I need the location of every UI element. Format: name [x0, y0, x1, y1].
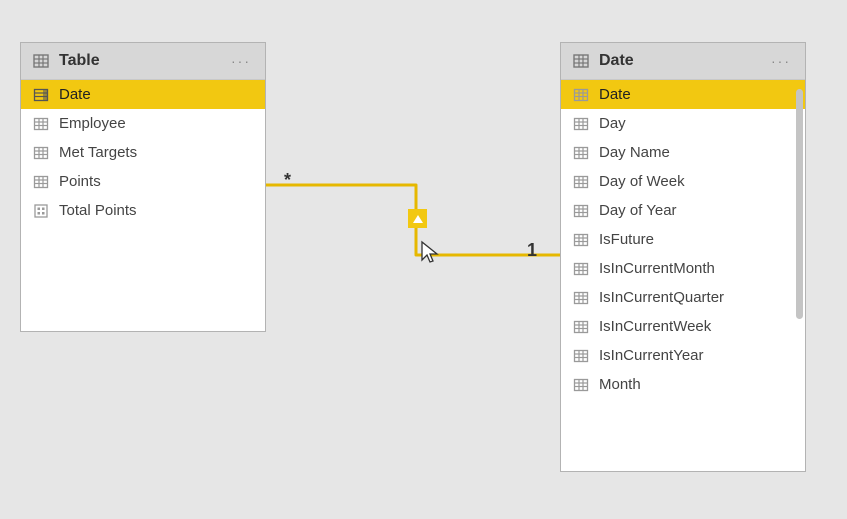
column-icon: [33, 116, 49, 132]
column-icon: [573, 232, 589, 248]
entity-table-fields: Date Employee Met Targets Points Total Point…: [21, 80, 265, 225]
field-row[interactable]: Day Name: [561, 138, 805, 167]
entity-date-header[interactable]: Date ···: [561, 43, 805, 80]
column-icon: [573, 174, 589, 190]
calculated-column-icon: [33, 87, 49, 103]
field-row[interactable]: IsInCurrentQuarter: [561, 283, 805, 312]
entity-table-title: Table: [59, 52, 227, 70]
filter-direction-indicator[interactable]: [408, 209, 427, 228]
column-icon: [573, 377, 589, 393]
field-row[interactable]: IsInCurrentYear: [561, 341, 805, 370]
entity-table[interactable]: Table ··· Date Employee Met Targets Points T…: [20, 42, 266, 332]
field-label: IsInCurrentYear: [599, 347, 704, 364]
field-row[interactable]: Month: [561, 370, 805, 399]
table-icon: [573, 53, 589, 69]
field-row[interactable]: Date: [21, 80, 265, 109]
field-label: IsInCurrentWeek: [599, 318, 711, 335]
column-icon: [573, 261, 589, 277]
column-icon: [573, 203, 589, 219]
field-label: Day of Week: [599, 173, 685, 190]
field-row[interactable]: IsInCurrentWeek: [561, 312, 805, 341]
field-row[interactable]: Points: [21, 167, 265, 196]
field-label: Month: [599, 376, 641, 393]
mouse-cursor-icon: [420, 240, 440, 266]
field-row[interactable]: IsFuture: [561, 225, 805, 254]
field-label: IsFuture: [599, 231, 654, 248]
entity-table-header[interactable]: Table ···: [21, 43, 265, 80]
field-label: Employee: [59, 115, 126, 132]
entity-table-menu-button[interactable]: ···: [227, 53, 255, 69]
entity-date[interactable]: Date ··· Date Day Day Name Day of Week Day o…: [560, 42, 806, 472]
cardinality-one: 1: [527, 240, 537, 261]
entity-date-menu-button[interactable]: ···: [767, 53, 795, 69]
field-label: Total Points: [59, 202, 137, 219]
field-label: Day of Year: [599, 202, 677, 219]
column-icon: [33, 145, 49, 161]
scrollbar[interactable]: [796, 89, 803, 461]
field-row[interactable]: Day of Week: [561, 167, 805, 196]
field-label: Date: [599, 86, 631, 103]
field-label: Points: [59, 173, 101, 190]
field-label: Day Name: [599, 144, 670, 161]
field-row[interactable]: Date: [561, 80, 805, 109]
column-icon: [33, 174, 49, 190]
column-icon: [573, 319, 589, 335]
column-icon: [573, 116, 589, 132]
field-label: Day: [599, 115, 626, 132]
column-icon: [573, 290, 589, 306]
entity-date-fields: Date Day Day Name Day of Week Day of Year IsF…: [561, 80, 805, 471]
column-icon: [573, 348, 589, 364]
field-row[interactable]: Day of Year: [561, 196, 805, 225]
field-label: Met Targets: [59, 144, 137, 161]
cardinality-many: *: [284, 170, 291, 191]
column-icon: [573, 145, 589, 161]
arrow-up-icon: [413, 215, 423, 223]
scrollbar-thumb[interactable]: [796, 89, 803, 319]
table-icon: [33, 53, 49, 69]
field-label: IsInCurrentQuarter: [599, 289, 724, 306]
entity-date-title: Date: [599, 52, 767, 70]
field-row[interactable]: Total Points: [21, 196, 265, 225]
field-row[interactable]: Employee: [21, 109, 265, 138]
measure-icon: [33, 203, 49, 219]
column-icon: [573, 87, 589, 103]
field-row[interactable]: IsInCurrentMonth: [561, 254, 805, 283]
field-label: IsInCurrentMonth: [599, 260, 715, 277]
field-row[interactable]: Day: [561, 109, 805, 138]
field-label: Date: [59, 86, 91, 103]
field-row[interactable]: Met Targets: [21, 138, 265, 167]
